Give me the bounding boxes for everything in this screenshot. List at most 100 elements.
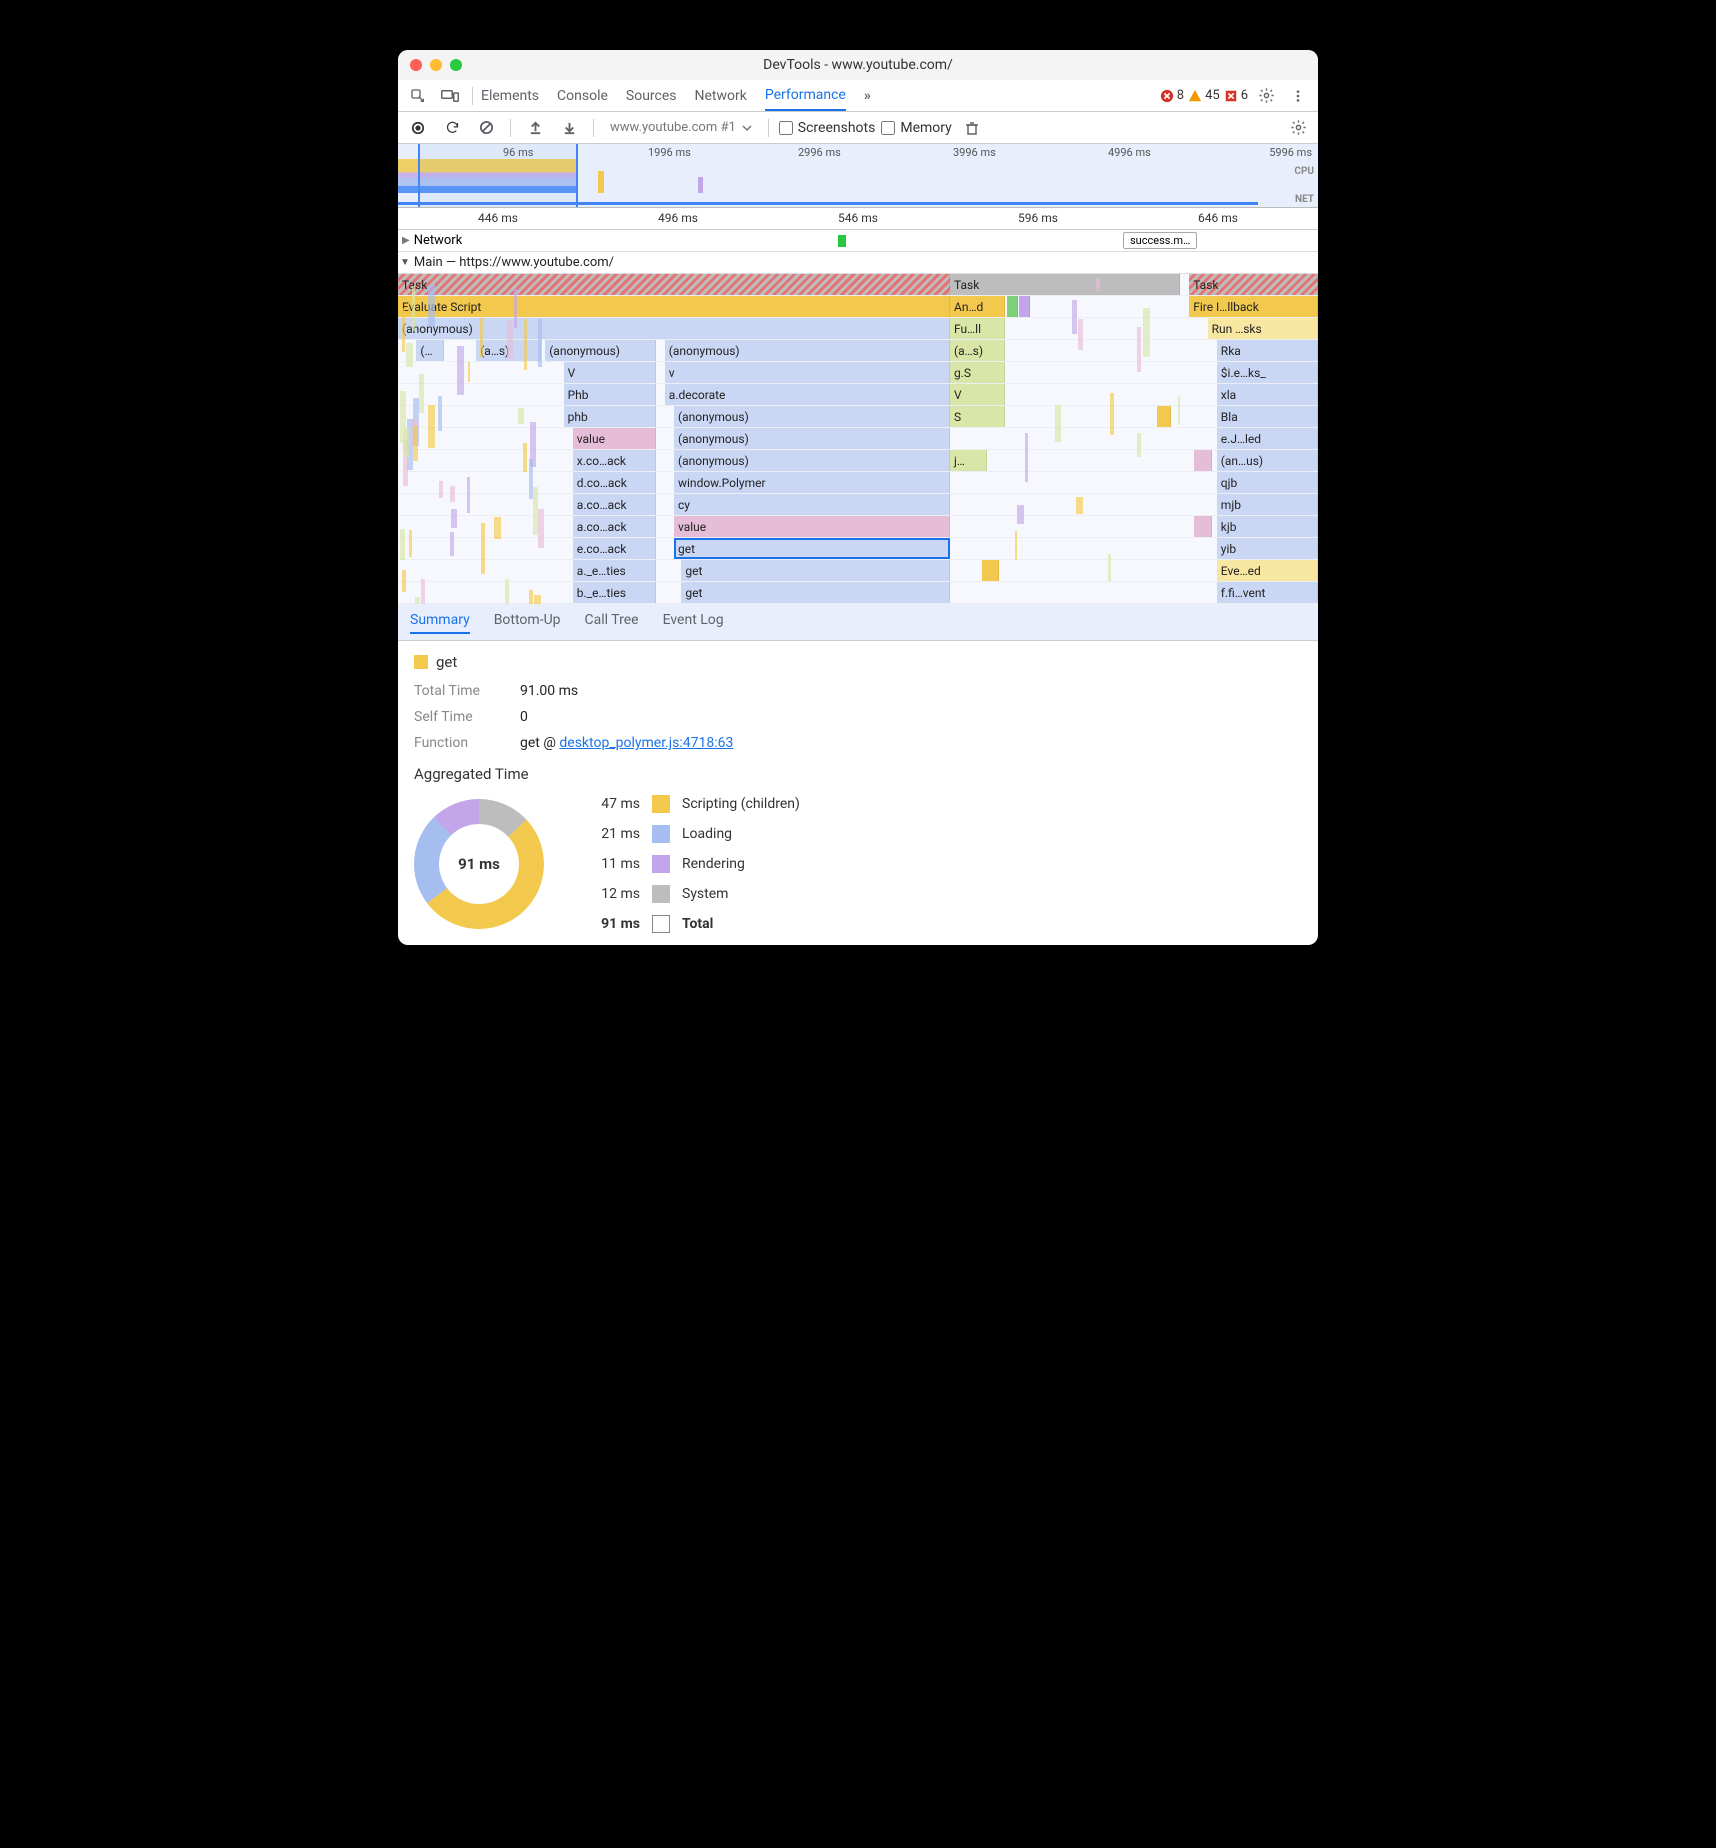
flame-block[interactable]: a._e…ties (573, 560, 656, 581)
flame-block[interactable]: g.S (950, 362, 1005, 383)
flame-block[interactable] (1019, 296, 1030, 317)
network-track[interactable]: ▶ Network success.m… (398, 230, 1318, 252)
flame-block[interactable]: (anonymous) (398, 318, 950, 339)
zoom-icon[interactable] (450, 59, 462, 71)
flame-block[interactable]: xla (1217, 384, 1318, 405)
record-icon[interactable] (404, 116, 432, 140)
tab-call-tree[interactable]: Call Tree (585, 612, 639, 634)
collapse-icon[interactable]: ▼ (400, 257, 410, 268)
flame-block[interactable]: x.co…ack (573, 450, 656, 471)
flame-block[interactable]: Eve…ed (1217, 560, 1318, 581)
network-request-bar[interactable] (838, 235, 846, 247)
flame-block[interactable]: phb (564, 406, 656, 427)
issues-badge[interactable]: 6 (1224, 88, 1248, 103)
settings-icon[interactable] (1252, 84, 1280, 108)
memory-checkbox[interactable]: Memory (881, 120, 951, 136)
flame-block[interactable]: mjb (1217, 494, 1318, 515)
tab-event-log[interactable]: Event Log (663, 612, 724, 634)
tab-sources[interactable]: Sources (626, 82, 677, 110)
flame-block[interactable]: j… (950, 450, 987, 471)
flame-block[interactable]: Evaluate Script (398, 296, 950, 317)
flame-block[interactable] (1007, 296, 1018, 317)
flame-block[interactable]: Run …sks (1208, 318, 1318, 339)
flame-chart[interactable]: TaskTaskTaskEvaluate ScriptAn…dFire I…ll… (398, 274, 1318, 604)
network-item[interactable]: success.m… (1123, 232, 1197, 249)
flame-block[interactable]: value (573, 428, 656, 449)
tab-performance[interactable]: Performance (765, 81, 846, 111)
overview-selection[interactable] (418, 144, 578, 207)
device-toggle-icon[interactable] (436, 84, 464, 108)
flame-block[interactable]: e.J…led (1217, 428, 1318, 449)
overview-timeline[interactable]: 96 ms 1996 ms 2996 ms 3996 ms 4996 ms 59… (398, 144, 1318, 208)
tabs-overflow-icon[interactable]: » (864, 82, 871, 110)
download-icon[interactable] (555, 116, 583, 140)
flame-block[interactable]: $i.e…ks_ (1217, 362, 1318, 383)
flame-block[interactable]: v (665, 362, 950, 383)
flame-block[interactable]: Fu…ll (950, 318, 1005, 339)
minimize-icon[interactable] (430, 59, 442, 71)
flame-block[interactable]: Rka (1217, 340, 1318, 361)
target-select[interactable]: www.youtube.com #1 (604, 120, 758, 135)
flame-block[interactable]: (anonymous) (674, 450, 950, 471)
flame-block[interactable]: Bla (1217, 406, 1318, 427)
flame-block[interactable] (1194, 450, 1212, 471)
reload-icon[interactable] (438, 116, 466, 140)
capture-settings-icon[interactable] (1284, 116, 1312, 140)
flame-block[interactable]: Task (398, 274, 950, 295)
flame-block[interactable]: (a…s) (950, 340, 1005, 361)
flame-block[interactable]: Phb (564, 384, 656, 405)
tab-network[interactable]: Network (695, 82, 747, 110)
flame-block[interactable]: Fire I…llback (1189, 296, 1318, 317)
flame-block[interactable]: get (681, 582, 950, 603)
flame-block[interactable]: cy (674, 494, 950, 515)
expand-icon[interactable]: ▶ (402, 235, 410, 246)
gc-icon[interactable] (958, 116, 986, 140)
flame-block[interactable] (1194, 516, 1212, 537)
flame-block[interactable]: Task (1189, 274, 1318, 295)
flame-block[interactable]: (… (416, 340, 444, 361)
error-badge[interactable]: 8 (1160, 88, 1184, 103)
clear-icon[interactable] (472, 116, 500, 140)
flame-block[interactable]: (anonymous) (545, 340, 655, 361)
source-link[interactable]: desktop_polymer.js:4718:63 (559, 735, 733, 751)
tab-bottom-up[interactable]: Bottom-Up (494, 612, 561, 634)
flame-block[interactable]: a.decorate (665, 384, 950, 405)
flame-block[interactable]: V (564, 362, 656, 383)
main-thread-header[interactable]: ▼ Main — https://www.youtube.com/ (398, 252, 1318, 274)
flame-block[interactable]: a.co…ack (573, 494, 656, 515)
flame-block[interactable]: value (674, 516, 950, 537)
flame-block[interactable] (982, 560, 999, 581)
flame-block[interactable]: (anonymous) (665, 340, 950, 361)
flame-block[interactable]: kjb (1217, 516, 1318, 537)
category-swatch (414, 655, 428, 669)
flame-block[interactable]: get (681, 560, 950, 581)
flame-block[interactable]: An…d (950, 296, 1005, 317)
tab-console[interactable]: Console (557, 82, 608, 110)
flame-block[interactable]: window.Polymer (674, 472, 950, 493)
flame-block[interactable]: d.co…ack (573, 472, 656, 493)
flame-block[interactable]: qjb (1217, 472, 1318, 493)
flame-block[interactable]: (anonymous) (674, 406, 950, 427)
flame-block[interactable]: Task (950, 274, 1180, 295)
flame-block[interactable]: e.co…ack (573, 538, 656, 559)
flame-block[interactable] (1157, 406, 1171, 427)
flame-block[interactable]: (anonymous) (674, 428, 950, 449)
flame-block[interactable]: V (950, 384, 1005, 405)
flame-block[interactable]: (a…s) (476, 340, 540, 361)
close-icon[interactable] (410, 59, 422, 71)
more-icon[interactable] (1284, 84, 1312, 108)
time-ruler[interactable]: 446 ms 496 ms 546 ms 596 ms 646 ms (398, 208, 1318, 230)
flame-block-selected[interactable]: get (674, 538, 950, 559)
flame-block[interactable]: f.fi…vent (1217, 582, 1318, 603)
flame-block[interactable]: yib (1217, 538, 1318, 559)
inspect-icon[interactable] (404, 84, 432, 108)
flame-block[interactable]: a.co…ack (573, 516, 656, 537)
flame-block[interactable]: (an…us) (1217, 450, 1318, 471)
upload-icon[interactable] (521, 116, 549, 140)
flame-block[interactable]: b._e…ties (573, 582, 656, 603)
tab-summary[interactable]: Summary (410, 612, 470, 634)
screenshots-checkbox[interactable]: Screenshots (779, 120, 876, 136)
warning-badge[interactable]: 45 (1188, 88, 1220, 103)
flame-block[interactable]: S (950, 406, 1005, 427)
tab-elements[interactable]: Elements (481, 82, 539, 110)
